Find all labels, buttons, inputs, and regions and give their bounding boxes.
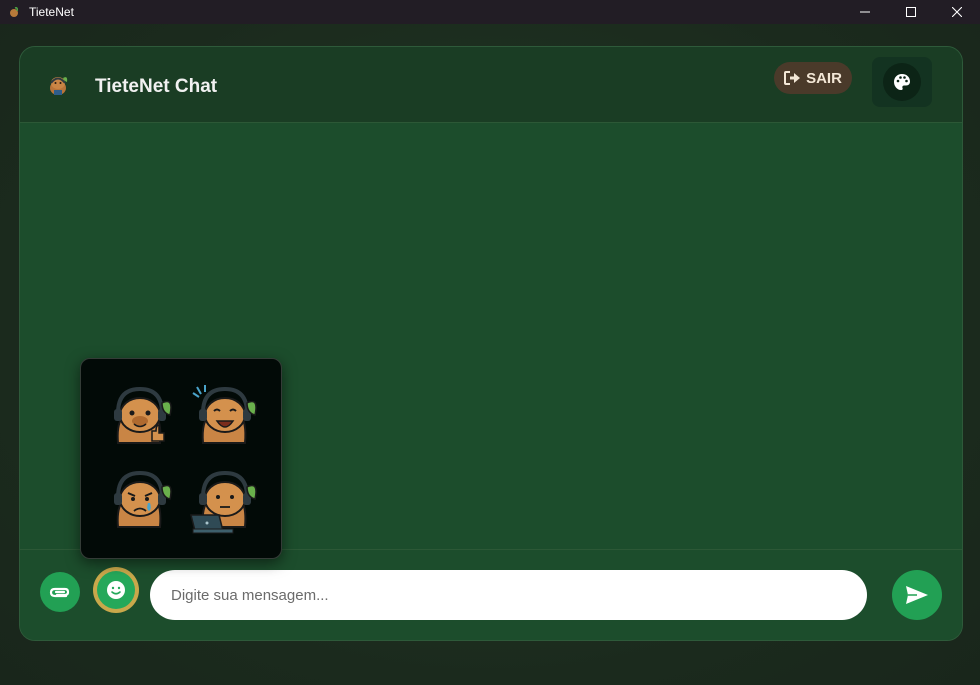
composer-bar [20,549,962,640]
theme-button[interactable] [872,57,932,107]
sticker-button-inner [97,571,135,609]
send-icon [906,586,928,604]
minimize-button[interactable] [842,0,888,24]
logout-label: SAIR [806,69,842,87]
palette-icon [894,74,910,90]
window-title: TieteNet [29,5,74,19]
sticker-picker [80,358,282,559]
chat-header: TieteNet Chat SAIR [20,47,962,123]
sticker-button[interactable] [93,567,139,613]
sticker-capybara-laughing[interactable] [189,381,261,453]
minimize-icon [860,11,870,13]
sticker-capybara-thumbs-up[interactable] [104,381,176,453]
send-button[interactable] [892,570,942,620]
logout-button[interactable]: SAIR [774,62,852,94]
sticker-capybara-laptop[interactable] [189,465,261,537]
maximize-button[interactable] [888,0,934,24]
app-icon [9,6,19,18]
close-button[interactable] [934,0,980,24]
capybara-logo-icon [46,73,70,97]
sign-out-icon [784,71,801,85]
smiley-icon [107,581,125,599]
theme-button-inner [883,63,921,101]
close-icon [952,7,962,17]
attach-button[interactable] [40,572,80,612]
paperclip-icon [49,587,70,598]
window-titlebar: TieteNet [0,0,980,24]
maximize-icon [906,7,916,17]
sticker-capybara-crying[interactable] [104,465,176,537]
message-input[interactable] [150,570,867,620]
chat-title: TieteNet Chat [95,76,218,97]
